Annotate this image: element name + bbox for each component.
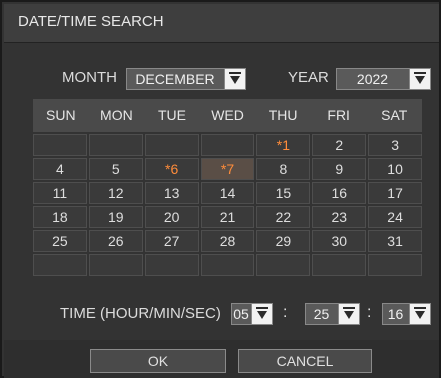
time-separator: : xyxy=(367,304,372,321)
time-separator: : xyxy=(283,304,288,321)
calendar-day-cell[interactable]: 23 xyxy=(312,206,367,228)
date-time-search-dialog: DATE/TIME SEARCH MONTH DECEMBER YEAR 202… xyxy=(0,0,441,378)
calendar-day-cell[interactable]: 16 xyxy=(312,182,367,204)
second-dropdown-arrow-icon[interactable] xyxy=(409,304,430,324)
calendar-day-cell[interactable]: 19 xyxy=(88,206,143,228)
weekday-header: SUN MON TUE WED THU FRI SAT xyxy=(33,99,422,132)
weekday-thu: THU xyxy=(268,107,298,123)
calendar-empty-cell xyxy=(144,134,199,156)
dialog-title: DATE/TIME SEARCH xyxy=(18,13,164,30)
calendar-day-cell[interactable]: 17 xyxy=(368,182,423,204)
calendar-empty-cell xyxy=(312,254,367,276)
calendar-day-cell[interactable]: 10 xyxy=(368,158,423,180)
calendar-day-cell[interactable]: 2 xyxy=(312,134,367,156)
calendar-day-cell[interactable]: *6 xyxy=(144,158,199,180)
calendar-day-cell[interactable]: 13 xyxy=(144,182,199,204)
calendar-empty-cell xyxy=(368,254,423,276)
month-value: DECEMBER xyxy=(135,71,215,87)
calendar-day-cell[interactable]: *1 xyxy=(256,134,311,156)
calendar-day-cell[interactable]: *7 xyxy=(200,158,255,180)
calendar-day-cell[interactable]: 26 xyxy=(88,230,143,252)
calendar-day-cell[interactable]: 22 xyxy=(256,206,311,228)
calendar-day-cell[interactable]: 4 xyxy=(33,158,87,180)
calendar-empty-cell xyxy=(33,254,87,276)
calendar-day-cell[interactable]: 3 xyxy=(368,134,423,156)
calendar-day-cell[interactable]: 24 xyxy=(368,206,423,228)
calendar-day-cell[interactable]: 5 xyxy=(88,158,143,180)
month-label: MONTH xyxy=(62,69,117,86)
calendar-day-cell[interactable]: 21 xyxy=(200,206,255,228)
calendar-day-cell[interactable]: 31 xyxy=(368,230,423,252)
calendar-day-cell[interactable]: 30 xyxy=(312,230,367,252)
time-label: TIME (HOUR/MIN/SEC) xyxy=(60,305,221,322)
calendar-day-cell[interactable]: 14 xyxy=(200,182,255,204)
calendar-empty-cell xyxy=(88,254,143,276)
calendar-empty-cell xyxy=(256,254,311,276)
minute-dropdown-arrow-icon[interactable] xyxy=(338,304,359,324)
title-bar: DATE/TIME SEARCH xyxy=(4,4,439,43)
calendar-day-cell[interactable]: 9 xyxy=(312,158,367,180)
year-label: YEAR xyxy=(288,69,329,86)
calendar-day-cell[interactable]: 20 xyxy=(144,206,199,228)
calendar-day-cell[interactable]: 25 xyxy=(33,230,87,252)
calendar-day-cell[interactable]: 15 xyxy=(256,182,311,204)
hour-value: 05 xyxy=(233,306,249,322)
calendar-week-row: 18 19 20 21 22 23 24 xyxy=(33,206,423,228)
weekday-mon: MON xyxy=(100,107,133,123)
weekday-fri: FRI xyxy=(327,107,350,123)
year-select[interactable]: 2022 xyxy=(336,68,431,90)
calendar-day-cell[interactable]: 11 xyxy=(33,182,87,204)
cancel-button[interactable]: CANCEL xyxy=(238,349,372,373)
calendar-empty-cell xyxy=(33,134,87,156)
weekday-sun: SUN xyxy=(46,107,76,123)
calendar-empty-cell xyxy=(200,254,255,276)
calendar-grid: SUN MON TUE WED THU FRI SAT *1 2 3 4 5 *6 *7 8 9 10 11 12… xyxy=(33,99,423,276)
weekday-wed: WED xyxy=(211,107,244,123)
month-select[interactable]: DECEMBER xyxy=(126,68,246,90)
calendar-day-cell[interactable]: 8 xyxy=(256,158,311,180)
calendar-week-row: 25 26 27 28 29 30 31 xyxy=(33,230,423,252)
calendar-day-cell[interactable]: 18 xyxy=(33,206,87,228)
month-dropdown-arrow-icon[interactable] xyxy=(224,69,245,89)
second-select[interactable]: 16 xyxy=(382,303,431,325)
calendar-day-cell[interactable]: 29 xyxy=(256,230,311,252)
second-value: 16 xyxy=(387,306,404,322)
year-value: 2022 xyxy=(356,71,389,87)
calendar-week-row xyxy=(33,254,423,276)
calendar-empty-cell xyxy=(200,134,255,156)
calendar-day-cell[interactable]: 27 xyxy=(144,230,199,252)
hour-select[interactable]: 05 xyxy=(231,303,273,325)
calendar-empty-cell xyxy=(88,134,143,156)
calendar-empty-cell xyxy=(144,254,199,276)
calendar-week-row: *1 2 3 xyxy=(33,134,423,156)
calendar-week-row: 11 12 13 14 15 16 17 xyxy=(33,182,423,204)
calendar-day-cell[interactable]: 12 xyxy=(88,182,143,204)
year-dropdown-arrow-icon[interactable] xyxy=(409,69,430,89)
minute-select[interactable]: 25 xyxy=(305,303,360,325)
weekday-tue: TUE xyxy=(157,107,186,123)
calendar-week-row: 4 5 *6 *7 8 9 10 xyxy=(33,158,423,180)
calendar-day-cell[interactable]: 28 xyxy=(200,230,255,252)
hour-dropdown-arrow-icon[interactable] xyxy=(251,304,272,324)
weekday-sat: SAT xyxy=(381,107,408,123)
minute-value: 25 xyxy=(313,306,330,322)
ok-button[interactable]: OK xyxy=(90,349,226,373)
